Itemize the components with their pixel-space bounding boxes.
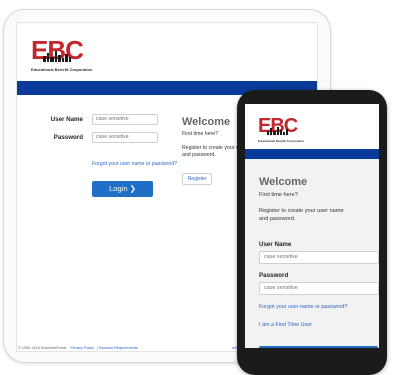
username-input[interactable] [259,251,379,264]
welcome-title: Welcome [182,116,231,128]
register-text: Register to create your user name and pa… [259,208,344,222]
header-blue-bar [245,149,379,159]
login-button[interactable] [259,346,378,348]
skyline-icon [43,51,72,62]
username-label: User Name [50,116,83,123]
password-input[interactable] [92,132,158,143]
ebc-logo: EBC Educational Benefit Corporation [31,37,101,73]
username-input[interactable] [92,114,158,125]
forgot-credentials-link[interactable]: Forgot your user name or password? [259,304,347,310]
first-time-user-link[interactable]: I am a First Time User [259,322,312,328]
logo-tagline: Educational Benefit Corporation [258,139,305,143]
phone-screen: EBC Educational Benefit Corporation Welc… [245,104,379,348]
register-button[interactable]: Register [182,173,212,185]
copyright-text: © 1995-2016 BusinessPortal [18,346,67,350]
forgot-credentials-link[interactable]: Forgot your user name or password? [92,161,182,168]
skyline-icon [267,127,289,135]
username-label: User Name [259,241,292,248]
welcome-title: Welcome [259,176,308,188]
logo-tagline: Educational Benefit Corporation [31,67,93,72]
tablet-header: EBC Educational Benefit Corporation [17,23,317,79]
first-time-text: First time here? [259,192,298,198]
password-label: Password [259,272,289,279]
browser-requirements-link[interactable]: | Browser Requirements [97,346,138,350]
login-button[interactable]: Login ❯ [92,181,153,197]
password-input[interactable] [259,282,379,295]
password-label: Password [53,134,83,141]
tablet-footer: © 1995-2016 BusinessPortal Privacy Polic… [18,346,138,350]
ebc-logo: EBC Educational Benefit Corporation [258,116,308,146]
phone-device: EBC Educational Benefit Corporation Welc… [237,90,387,375]
privacy-policy-link[interactable]: Privacy Policy [70,346,94,350]
